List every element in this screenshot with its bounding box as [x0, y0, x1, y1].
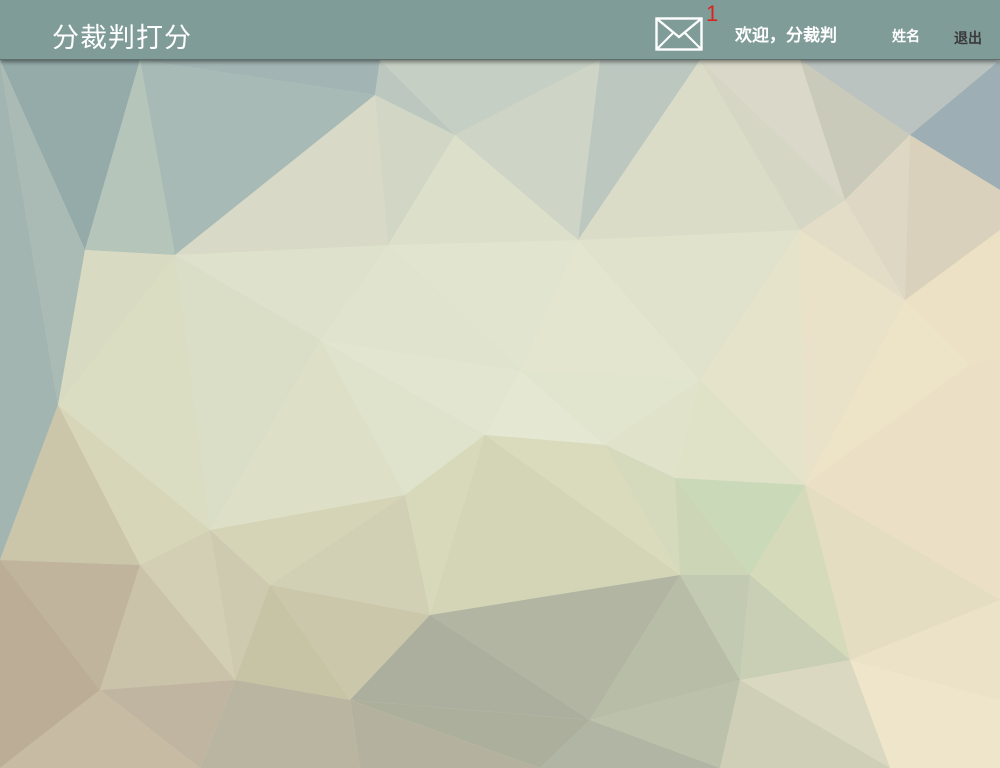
top-header-bar: 分裁判打分 1 欢迎，分裁判 姓名 退出 — [0, 0, 1000, 60]
welcome-text: 欢迎，分裁判 — [735, 26, 837, 46]
logout-button[interactable]: 退出 — [954, 29, 982, 49]
app-window: 分裁判打分 1 欢迎，分裁判 姓名 退出 — [0, 0, 1000, 768]
user-name-link[interactable]: 姓名 — [892, 27, 920, 47]
polygon-background — [0, 0, 1000, 768]
unread-mail-count: 1 — [706, 1, 719, 26]
app-title: 分裁判打分 — [52, 23, 192, 54]
mail-button[interactable] — [655, 15, 705, 55]
envelope-icon — [655, 17, 703, 51]
